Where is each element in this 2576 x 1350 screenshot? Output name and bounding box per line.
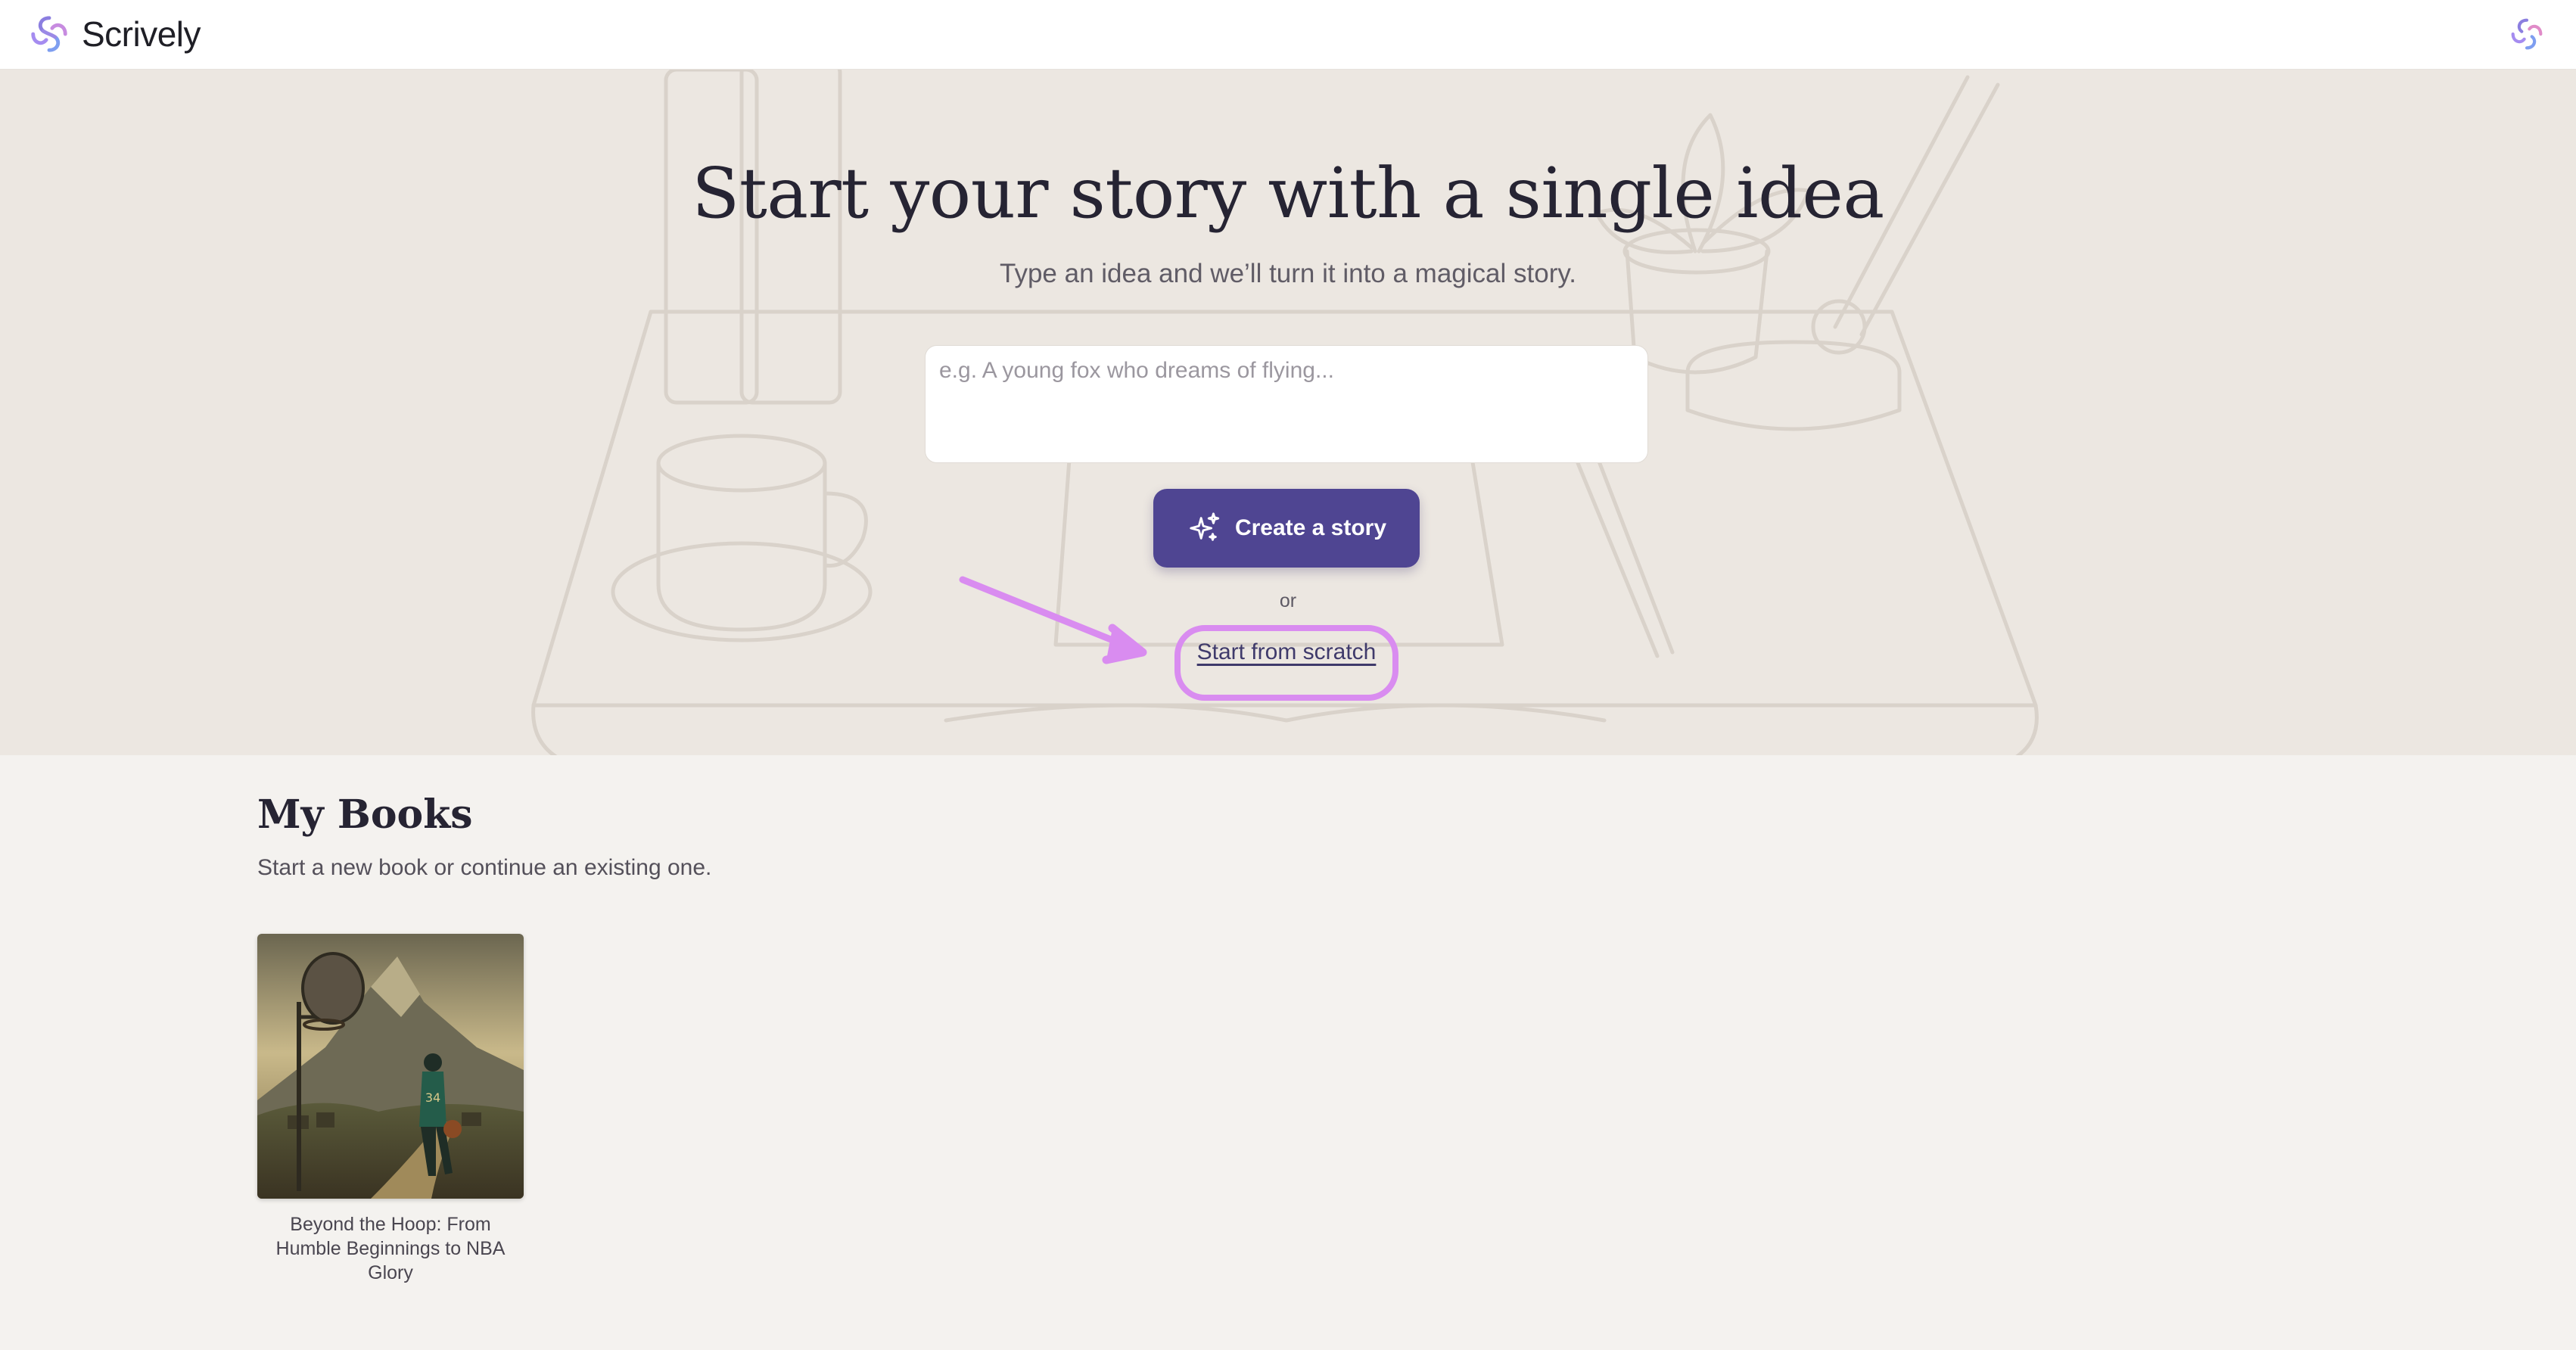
create-story-button[interactable]: Create a story [1153,489,1420,568]
book-card[interactable]: 34 Beyond the Hoop: From Humble Beginnin… [257,934,524,1285]
my-books-subtitle: Start a new book or continue an existing… [257,855,712,880]
swirl-logo-icon [31,16,67,52]
hero-subtitle: Type an idea and we’ll turn it into a ma… [1000,259,1576,288]
hero-title: Start your story with a single idea [692,153,1884,234]
sparkle-icon [1190,512,1220,541]
app-name: Scrively [82,14,201,54]
book-cover-image: 34 [257,934,524,1199]
story-idea-input[interactable] [925,345,1648,463]
brand-logo[interactable]: Scrively [27,11,201,58]
create-story-label: Create a story [1234,515,1387,540]
or-divider-text: or [1279,590,1297,611]
top-bar: Scrively [0,0,2576,70]
my-books-heading: My Books [257,792,473,838]
start-from-scratch-link[interactable]: Start from scratch [1181,628,1392,677]
swirl-logo-icon[interactable] [2508,15,2546,53]
book-title: Beyond the Hoop: From Humble Beginnings … [275,1214,506,1283]
svg-text:34: 34 [425,1090,440,1105]
